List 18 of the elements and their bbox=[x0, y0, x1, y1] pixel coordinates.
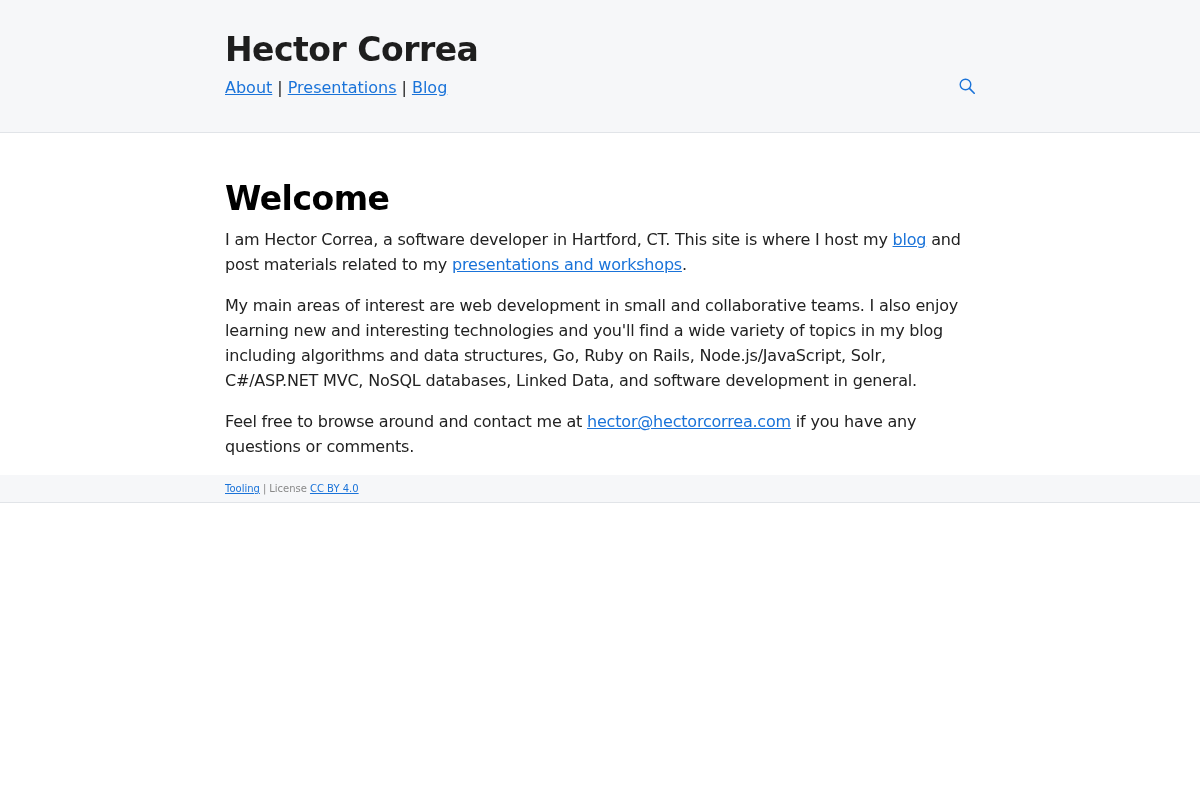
text-link[interactable]: presentations and workshops bbox=[452, 255, 682, 274]
page-heading: Welcome bbox=[225, 178, 391, 220]
text-link[interactable]: hector@hectorcorrea.com bbox=[587, 412, 791, 431]
site-title: Hector Correa bbox=[225, 30, 479, 70]
search-icon[interactable] bbox=[959, 78, 975, 94]
text-link[interactable]: blog bbox=[892, 230, 927, 249]
footer-link[interactable]: Tooling bbox=[225, 483, 260, 494]
nav-link[interactable]: Blog bbox=[411, 76, 448, 100]
nav-link[interactable]: Presentations bbox=[287, 76, 397, 100]
paragraph: Feel free to browse around and contact me at hector@hectorcorrea.com if you have any questions or comments. bbox=[225, 411, 918, 458]
footer-separator: | bbox=[262, 483, 267, 494]
footer-link[interactable]: CC BY 4.0 bbox=[309, 483, 359, 494]
nav-link[interactable]: About bbox=[225, 76, 273, 100]
paragraph: My main areas of interest are web development in small and collaborative teams. I also enjoy learning new and interesting technologies and you'll find a wide variety of topics in my blog including algorithms and data structures, Go, Ruby on Rails, Node.js/JavaScript, Solr, C#/ASP.NET MVC, NoSQL databases, Linked Data, and software development in general. bbox=[225, 295, 960, 392]
nav-separator: | bbox=[401, 77, 407, 99]
nav-separator: | bbox=[277, 77, 283, 99]
paragraph: I am Hector Correa, a software developer in Hartford, CT. This site is where I host my blog and post materials related to my presentations and workshops. bbox=[225, 229, 962, 276]
footer-text: License bbox=[269, 483, 307, 494]
